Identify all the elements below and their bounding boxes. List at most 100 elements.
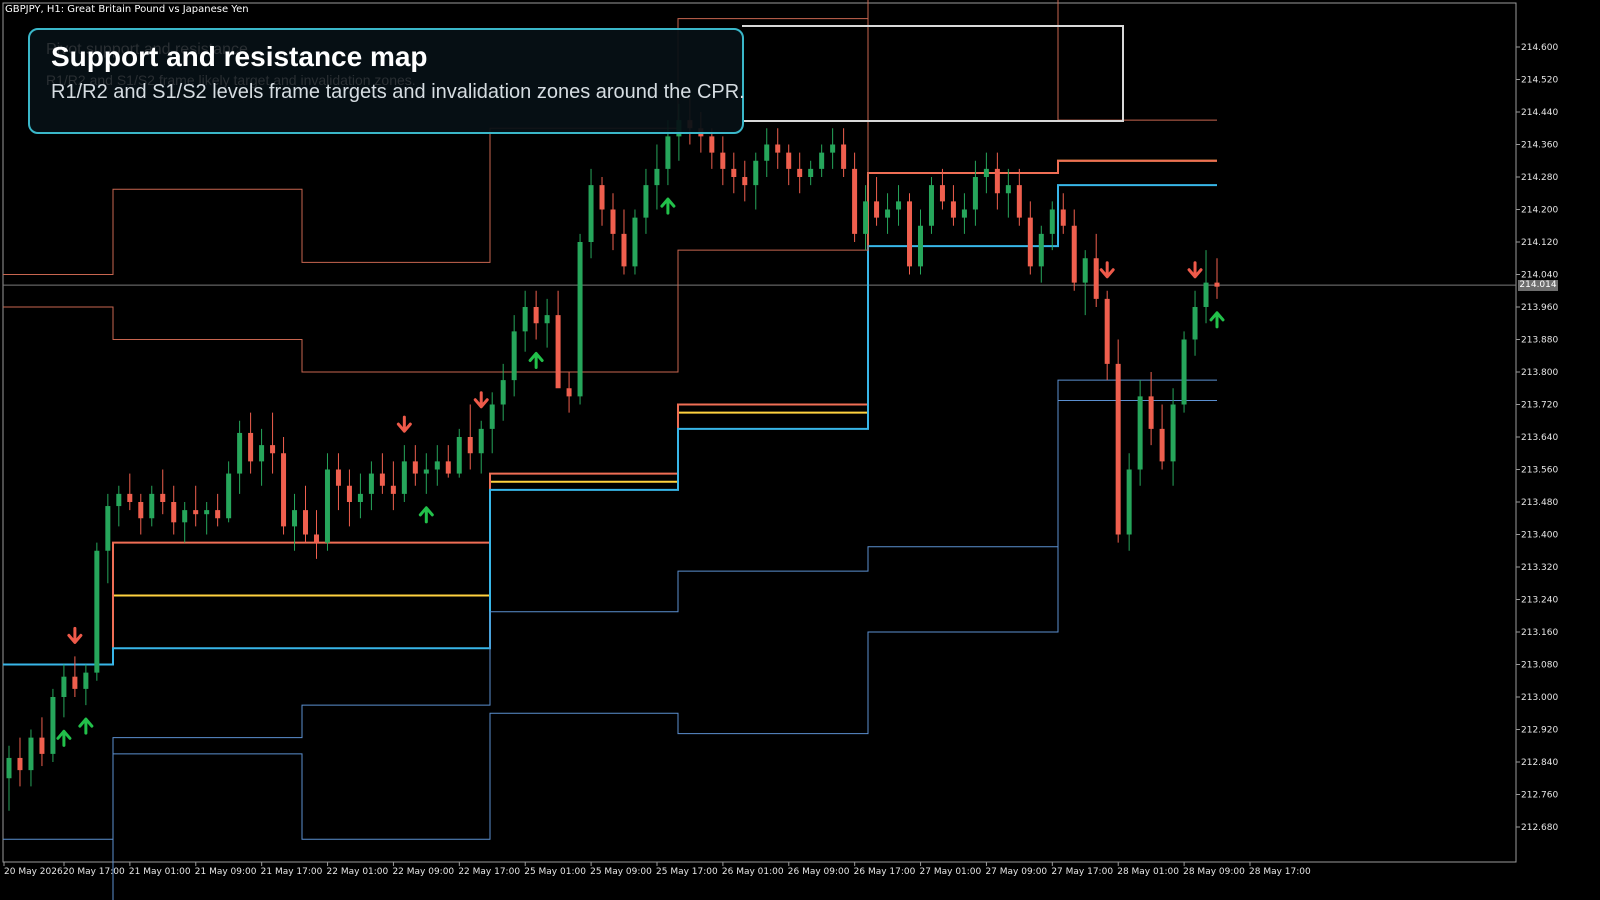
candle — [808, 160, 814, 186]
candle — [237, 420, 243, 494]
candle — [917, 209, 923, 275]
candle — [390, 461, 396, 511]
candle — [764, 128, 770, 177]
candle-body — [226, 473, 232, 519]
candle-body — [303, 510, 309, 535]
candle-body — [709, 136, 715, 153]
down-arrow-icon — [473, 391, 489, 409]
x-tick-label: 27 May 01:00 — [920, 867, 982, 877]
candle-body — [939, 185, 945, 202]
candle-body — [577, 242, 583, 397]
level-cpr_bottom — [3, 184, 1217, 666]
up-arrow-icon — [1209, 311, 1225, 329]
price-axis[interactable]: 214.600 214.520 214.440 214.360 214.280 214.2… — [1516, 43, 1558, 833]
candle-body — [390, 485, 396, 494]
candle — [544, 298, 550, 348]
y-tick-label: 213.880 — [1521, 336, 1558, 346]
candle-body — [994, 168, 1000, 194]
candle-body — [434, 461, 440, 470]
x-tick-label: 25 May 17:00 — [656, 867, 718, 877]
x-tick-label: 26 May 09:00 — [788, 867, 850, 877]
candle — [1137, 380, 1143, 486]
candle-body — [335, 469, 341, 486]
candle — [950, 185, 956, 226]
candle-body — [961, 209, 967, 218]
candle — [1038, 225, 1044, 283]
candle-body — [808, 168, 814, 177]
candle-body — [917, 225, 923, 267]
candle — [632, 209, 638, 275]
candle-body — [357, 493, 363, 502]
candle — [775, 128, 781, 169]
candle-body — [6, 757, 12, 779]
candle — [149, 485, 155, 527]
candle — [994, 152, 1000, 210]
candle — [841, 128, 847, 177]
price-chart[interactable]: 214.600 214.520 214.440 214.360 214.280 214.2… — [0, 0, 1600, 900]
candle — [313, 510, 319, 559]
candle — [896, 185, 902, 226]
candle — [204, 502, 210, 535]
candle-body — [742, 177, 748, 186]
candle — [1027, 201, 1033, 275]
candle-body — [863, 201, 869, 234]
candle — [434, 445, 440, 486]
candle — [1159, 404, 1165, 470]
candle — [885, 193, 891, 234]
candle-body — [1049, 209, 1055, 234]
candle — [105, 493, 111, 584]
x-tick-label: 21 May 17:00 — [261, 867, 323, 877]
candle-body — [83, 672, 89, 689]
candle-body — [819, 152, 825, 169]
candle-body — [632, 217, 638, 267]
time-axis[interactable]: 20 May 2026 20 May 17:00 21 May 01:00 21 Ma… — [3, 862, 1311, 877]
candle-body — [456, 437, 462, 474]
candle — [610, 193, 616, 251]
candle-body — [182, 510, 188, 523]
candle-body — [511, 331, 517, 381]
level-s1 — [3, 399, 1217, 840]
candle — [423, 453, 429, 494]
candle — [983, 152, 989, 194]
y-tick-label: 213.080 — [1521, 661, 1558, 671]
candle — [94, 542, 100, 681]
candle — [830, 128, 836, 169]
candle-body — [478, 428, 484, 454]
candle — [259, 428, 265, 486]
candle — [588, 168, 594, 259]
candle-body — [665, 136, 671, 169]
y-tick-label: 212.760 — [1521, 791, 1558, 801]
x-tick-label: 21 May 09:00 — [195, 867, 257, 877]
candle — [643, 168, 649, 234]
candle — [961, 193, 967, 234]
candle — [852, 152, 858, 242]
y-tick-label: 213.560 — [1521, 466, 1558, 476]
up-arrow-icon — [56, 729, 72, 747]
candle-body — [248, 432, 254, 462]
candle-body — [313, 534, 319, 543]
candle-body — [1192, 307, 1198, 340]
y-tick-label: 214.520 — [1521, 76, 1558, 86]
candle-body — [797, 168, 803, 177]
up-arrow-shape — [56, 729, 72, 747]
candle-body — [368, 473, 374, 494]
up-arrow-icon — [528, 352, 544, 369]
y-tick-label: 214.120 — [1521, 238, 1558, 248]
candle — [346, 469, 352, 527]
candle — [357, 473, 363, 519]
candle — [1115, 339, 1121, 543]
level-cpr_top — [3, 159, 1217, 666]
candle — [193, 485, 199, 527]
candle-body — [907, 201, 913, 267]
candle-body — [522, 307, 528, 332]
candle-body — [489, 404, 495, 429]
candle — [303, 485, 309, 543]
candle-body — [39, 737, 45, 754]
candle — [907, 193, 913, 275]
candle — [928, 177, 934, 234]
candle — [742, 160, 748, 202]
candle — [478, 420, 484, 474]
x-tick-label: 27 May 09:00 — [985, 867, 1047, 877]
y-tick-label: 214.280 — [1521, 173, 1558, 183]
y-tick-label: 214.200 — [1521, 206, 1558, 216]
